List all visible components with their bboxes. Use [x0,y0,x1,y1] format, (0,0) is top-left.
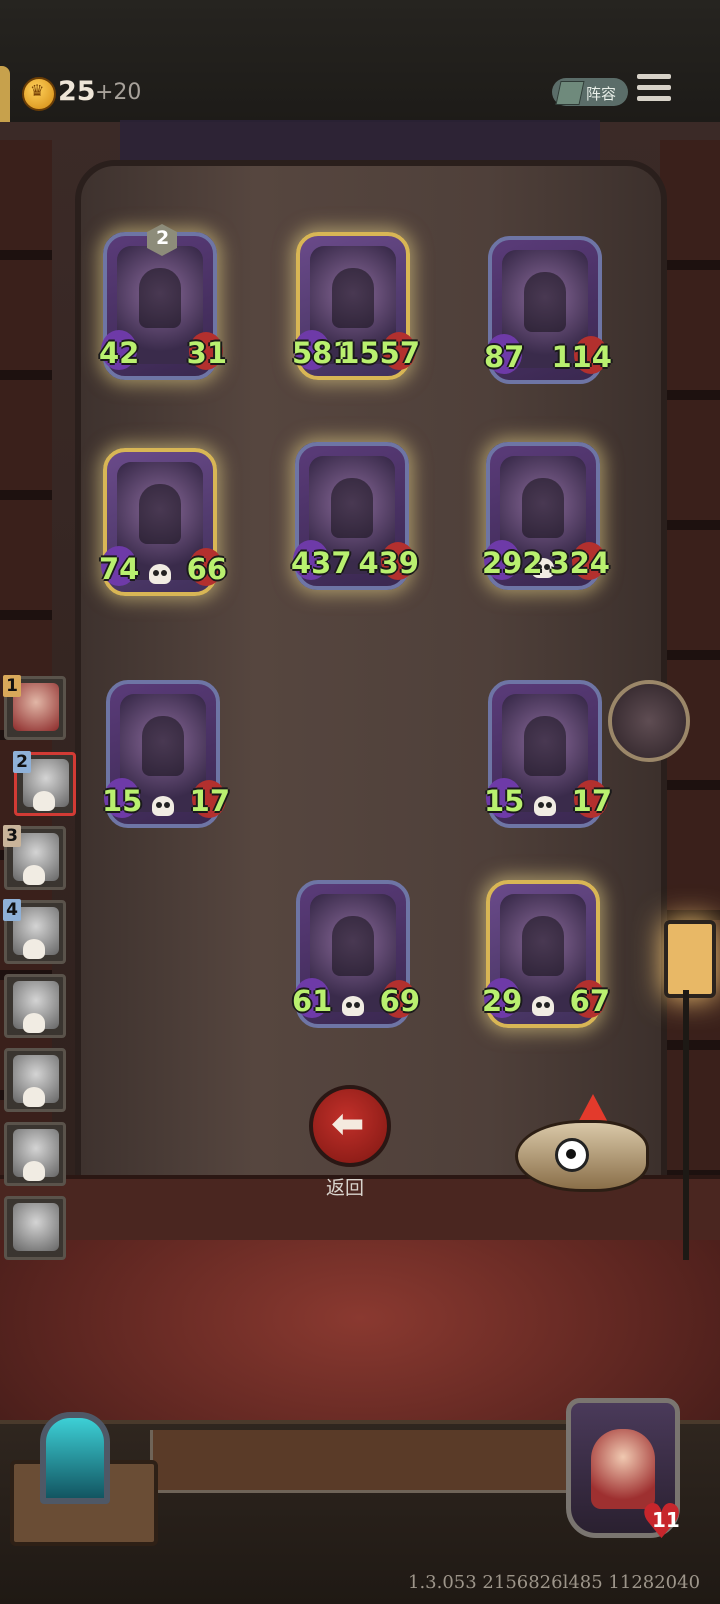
health-value: 439 [358,546,419,580]
pocket-watch-icon[interactable] [608,680,690,762]
gold-amount: 25 [58,76,96,107]
roster-player-7[interactable] [4,1122,66,1186]
lineup-label: 阵容 [586,85,617,103]
portal-icon[interactable] [40,1412,110,1504]
board-card-1[interactable]: 2 42 31 [99,224,227,382]
street-lamp [664,900,716,1260]
roster-player-4[interactable]: 4 [3,899,66,964]
rank-number: 4 [3,899,21,921]
attack-value: 15 [484,784,525,818]
health-value: 1557 [339,336,420,370]
skull-icon [23,1087,45,1107]
roster-player-3[interactable]: 3 [3,825,66,890]
board-card-8[interactable]: 15 17 [484,680,612,830]
board-card-6[interactable]: 292 324 [482,442,610,592]
attack-value: 87 [484,340,525,374]
health-value: 324 [549,546,610,580]
board-card-7[interactable]: 15 17 [102,680,230,830]
board-card-2[interactable]: 581 1557 [292,232,420,382]
attack-value: 61 [292,984,333,1018]
board-card-3[interactable]: 87 114 [484,236,612,386]
board-card-5[interactable]: 437 439 [291,442,419,592]
menu-icon[interactable] [637,74,671,108]
attack-value: 42 [99,336,140,370]
back-label: 返回 [326,1177,365,1199]
rank-number: 3 [3,825,21,847]
attack-value: 29 [482,984,523,1018]
gold-income: +20 [95,80,142,105]
rank-number: 1 [3,675,21,697]
board-card-9[interactable]: 61 69 [292,880,420,1030]
roster-player-8[interactable] [4,1196,66,1260]
skull-icon [152,796,174,816]
health-value: 17 [189,784,230,818]
gold-coin-icon [22,77,56,111]
roster-player-6[interactable] [4,1048,66,1112]
attack-value: 437 [291,546,352,580]
skull-icon [532,996,554,1016]
health-amount: 11 [652,1508,680,1532]
back-button[interactable]: ⬅ [309,1085,391,1167]
player-avatar [13,1203,59,1251]
skull-icon [342,996,364,1016]
skull-icon [149,564,171,584]
attack-value: 74 [99,552,140,586]
skull-icon [23,865,45,885]
attack-value: 15 [102,784,143,818]
top-bar: 25 +20 阵容 [0,0,720,125]
airship-mascot-icon [515,1094,665,1210]
roster-player-2[interactable]: 2 [13,751,76,816]
health-value: 31 [186,336,227,370]
skull-icon [33,791,55,811]
board-card-4[interactable]: 74 66 [99,448,227,598]
version-text: 1.3.053 2156826l485 11282040 [408,1572,701,1593]
health-value: 69 [379,984,420,1018]
health-value: 114 [551,340,612,374]
book-icon [555,81,585,105]
roster-player-1[interactable]: 1 [3,675,66,740]
health-value: 67 [569,984,610,1018]
skull-icon [23,1013,45,1033]
arrow-left-icon: ⬅ [331,1101,365,1147]
health-value: 66 [186,552,227,586]
skull-icon [23,1161,45,1181]
bottom-plate [150,1430,576,1493]
roster-player-5[interactable] [4,974,66,1038]
skull-icon [23,939,45,959]
board-card-10[interactable]: 29 67 [482,880,610,1030]
skull-icon [534,796,556,816]
player-health: ♥ 11 [640,1498,688,1546]
attack-value: 292 [482,546,543,580]
rank-number: 2 [13,751,31,773]
lineup-button[interactable]: 阵容 [552,78,628,106]
health-value: 17 [571,784,612,818]
